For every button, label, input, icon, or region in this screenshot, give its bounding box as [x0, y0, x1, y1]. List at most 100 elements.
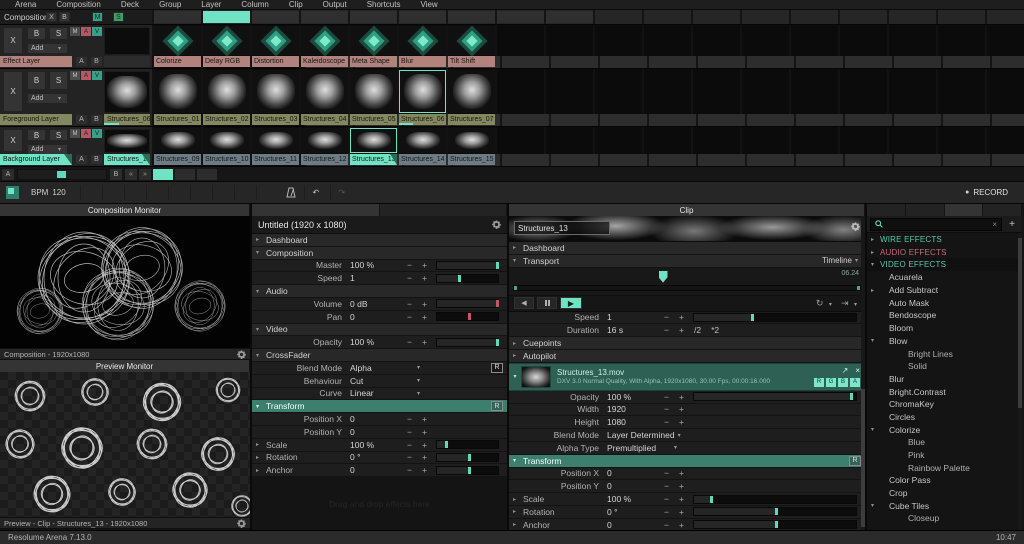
effect-list-item[interactable]: ▾ Colorize — [867, 423, 1018, 436]
param-value[interactable]: 100 % — [350, 337, 402, 347]
expand-arrow[interactable]: ▾ — [513, 257, 523, 264]
param-value[interactable]: 1 — [350, 273, 402, 283]
layer-name-chip[interactable]: Effect Layer — [0, 56, 72, 67]
expand-icon[interactable]: ↗ — [842, 366, 849, 375]
active-clip-label[interactable]: Structures_06 — [104, 114, 150, 125]
increment-button[interactable]: + — [417, 427, 432, 437]
param-value[interactable]: 100 % — [350, 440, 402, 450]
param-value[interactable]: 0 — [607, 468, 659, 478]
column-header[interactable] — [154, 11, 201, 23]
column-header[interactable] — [252, 11, 299, 23]
increment-button[interactable]: + — [674, 468, 689, 478]
effect-list-item[interactable]: ▾ VIDEO EFFECTS — [867, 258, 1018, 271]
decrement-button[interactable]: − — [402, 260, 417, 270]
effect-list-item[interactable]: Color Pass — [867, 474, 1018, 487]
crossfader-a-button[interactable]: A — [2, 169, 14, 180]
clip-cell[interactable]: Structures_05 — [350, 69, 397, 126]
menu-item[interactable]: Output — [314, 0, 356, 10]
clip-cell[interactable]: Structures_09 — [154, 127, 201, 166]
decrement-button[interactable]: − — [402, 414, 417, 424]
param-value[interactable]: Alpha — [350, 363, 414, 373]
loop-in-marker[interactable] — [514, 286, 517, 290]
clip-cell[interactable]: Structures_04 — [301, 69, 348, 126]
menu-item[interactable]: Composition — [47, 0, 109, 10]
chevron-down-icon[interactable]: ▾ — [678, 432, 681, 439]
menu-item[interactable]: Deck — [112, 0, 148, 10]
layer-solo-button[interactable]: S — [49, 71, 68, 90]
effects-panel-scrollbar[interactable] — [1018, 233, 1022, 530]
effect-list-item[interactable]: Crop — [867, 487, 1018, 500]
column-header[interactable] — [546, 11, 593, 23]
decrement-button[interactable]: − — [659, 481, 674, 491]
column-header[interactable] — [301, 11, 348, 23]
param-value[interactable]: 0 — [350, 427, 402, 437]
effect-list-item[interactable]: Solid — [867, 360, 1018, 373]
effect-list-item[interactable]: Acuarela — [867, 271, 1018, 284]
playhead-marker[interactable] — [659, 271, 668, 283]
menu-item[interactable]: Shortcuts — [358, 0, 410, 10]
increment-button[interactable]: + — [674, 404, 689, 414]
metronome-icon[interactable] — [282, 187, 300, 198]
layer-active-clip-thumbnail[interactable] — [104, 27, 150, 55]
expand-arrow[interactable]: ▸ — [256, 467, 266, 474]
effect-list-item[interactable]: ▸ WIRE EFFECTS — [867, 233, 1018, 246]
layer-add-dropdown[interactable]: Add▾ — [27, 43, 68, 54]
layer-audio-toggle[interactable]: A — [81, 71, 91, 80]
effect-list-item[interactable]: ▸ Add Subtract — [867, 284, 1018, 297]
clip-cell[interactable]: Structures_06 — [399, 69, 446, 126]
layer-master-toggle[interactable]: M — [70, 129, 80, 138]
scrollbar-thumb[interactable] — [1018, 238, 1022, 408]
decrement-button[interactable]: − — [659, 404, 674, 414]
param-value[interactable]: 0 — [350, 414, 402, 424]
clip-cell[interactable]: Structures_01 — [154, 69, 201, 126]
clear-search-icon[interactable]: × — [992, 220, 997, 229]
increment-button[interactable]: + — [417, 260, 432, 270]
expand-arrow[interactable]: ▾ — [256, 403, 266, 410]
chevron-down-icon[interactable]: ▾ — [674, 444, 677, 451]
layer-name-chip[interactable]: Background Layer — [0, 154, 72, 165]
section-video[interactable]: ▾Video — [252, 324, 507, 337]
layer-clear-button[interactable]: X — [3, 27, 23, 54]
active-clip-label[interactable]: Structures_13 — [104, 154, 150, 165]
clip-timeline[interactable]: 06.24 — [509, 268, 865, 296]
undo-button[interactable]: ↶ — [304, 185, 326, 200]
param-value[interactable]: 0 — [350, 312, 402, 322]
redo-button[interactable]: ↷ — [330, 185, 352, 200]
expand-arrow[interactable]: ▸ — [513, 508, 523, 515]
clip-name-input[interactable] — [514, 221, 610, 235]
increment-button[interactable]: + — [674, 481, 689, 491]
scrollbar-thumb[interactable] — [861, 389, 865, 527]
layer-video-toggle[interactable]: V — [92, 27, 102, 36]
param-extra-button[interactable]: /2 — [694, 325, 701, 335]
column-header[interactable] — [350, 11, 397, 23]
increment-button[interactable]: + — [417, 273, 432, 283]
expand-arrow[interactable]: ▾ — [256, 249, 266, 256]
clip-cell[interactable]: Structures_13 — [350, 127, 397, 166]
crossfader-handle[interactable] — [57, 171, 66, 178]
layer-active-clip-thumbnail[interactable] — [104, 129, 150, 153]
decrement-button[interactable]: − — [402, 465, 417, 475]
effect-list-item[interactable]: Bright.Contrast — [867, 385, 1018, 398]
composition-solo-button[interactable]: S — [113, 12, 124, 22]
increment-button[interactable]: + — [417, 440, 432, 450]
effect-list-item[interactable]: Closeup — [867, 512, 1018, 525]
panel-tab[interactable] — [380, 204, 508, 216]
decrement-button[interactable]: − — [659, 392, 674, 402]
effect-list-item[interactable]: Rainbow Palette — [867, 461, 1018, 474]
composition-master-button[interactable]: M — [92, 12, 103, 22]
effect-list-item[interactable]: ▸ AUDIO EFFECTS — [867, 246, 1018, 259]
gear-icon[interactable] — [492, 220, 501, 229]
crossfader-a-assign[interactable]: A — [75, 154, 88, 165]
expand-arrow[interactable]: ▸ — [513, 352, 523, 359]
expand-arrow[interactable]: ▾ — [256, 326, 266, 333]
increment-button[interactable]: + — [417, 337, 432, 347]
effect-list-item[interactable]: ▾ Blow — [867, 335, 1018, 348]
layer-bypass-button[interactable]: B — [27, 129, 46, 141]
param-slider[interactable] — [436, 312, 499, 321]
menu-item[interactable]: Column — [232, 0, 278, 10]
decrement-button[interactable]: − — [659, 417, 674, 427]
previous-column-button[interactable]: « — [125, 169, 137, 180]
param-value[interactable]: Layer Determined — [607, 430, 675, 440]
decrement-button[interactable]: − — [659, 520, 674, 530]
gear-icon[interactable] — [237, 350, 246, 359]
